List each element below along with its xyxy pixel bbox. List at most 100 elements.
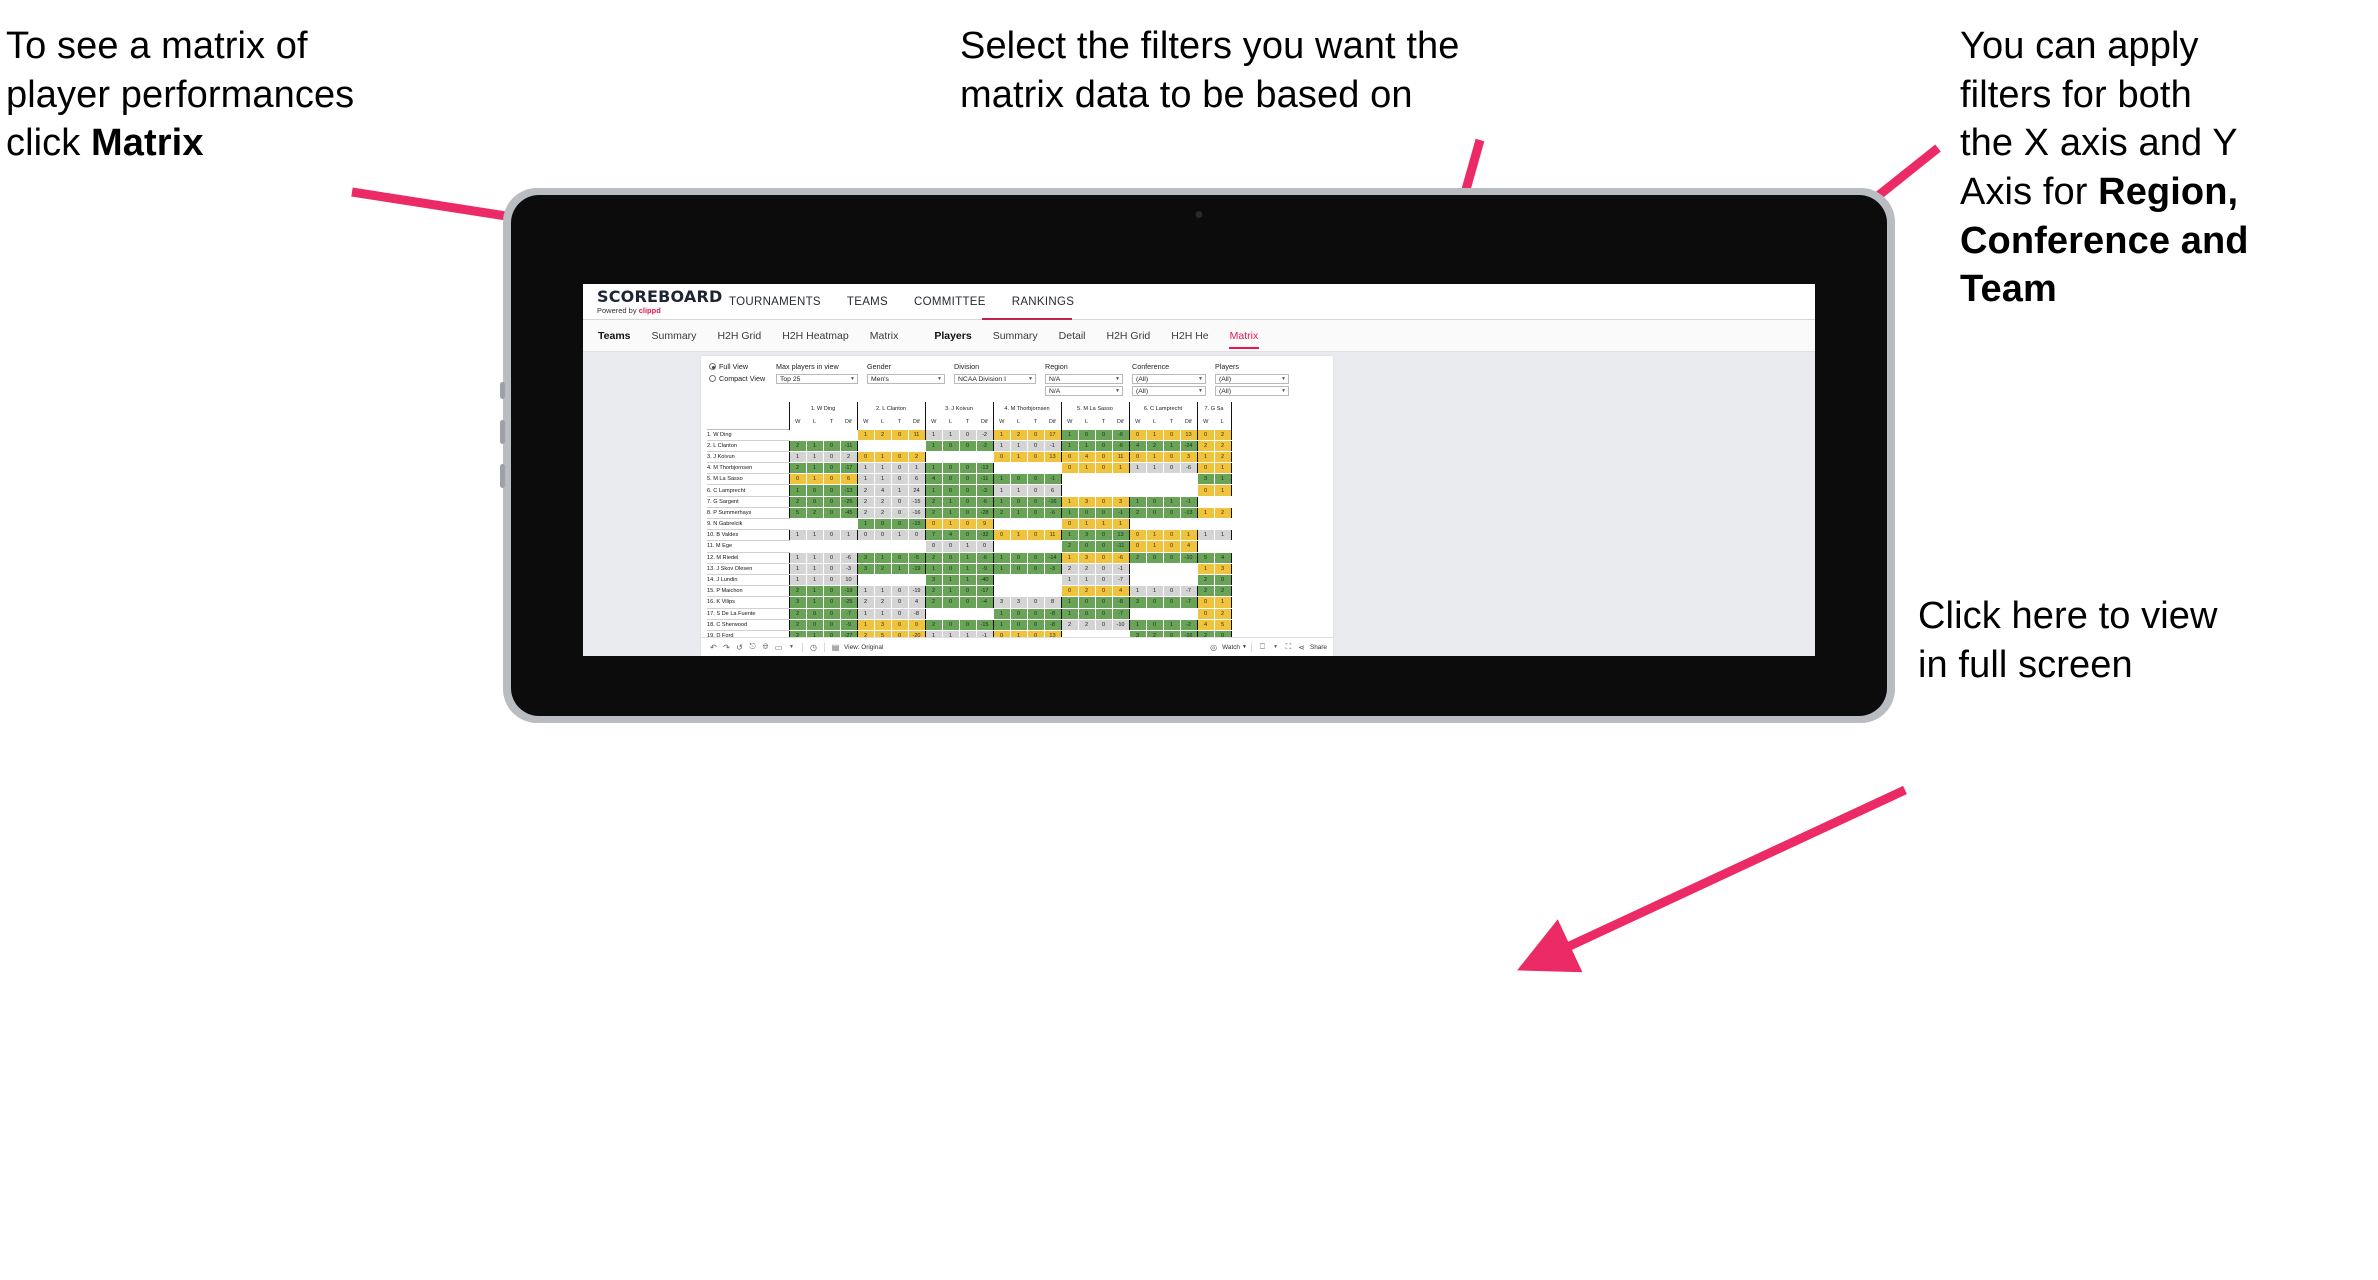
matrix-cell[interactable] [1026, 517, 1045, 531]
matrix-cell[interactable] [890, 573, 909, 587]
matrix-cell[interactable]: 4 [1077, 450, 1096, 464]
matrix-cell[interactable]: 1 [992, 618, 1011, 631]
matrix-cell[interactable]: 2 [805, 506, 824, 520]
matrix-cell[interactable] [1026, 540, 1045, 553]
matrix-cell[interactable]: 0 [958, 484, 977, 497]
matrix-cell[interactable]: 0 [1094, 618, 1113, 631]
matrix-cell[interactable] [873, 439, 892, 452]
matrix-cell[interactable] [1162, 473, 1181, 486]
matrix-cell[interactable] [1179, 562, 1198, 575]
matrix-cell[interactable]: 1 [924, 484, 943, 497]
matrix-cell[interactable] [975, 607, 994, 620]
matrix-cell[interactable] [1162, 562, 1181, 575]
matrix-cell[interactable]: 0 [822, 618, 841, 631]
matrix-cell[interactable]: 5 [788, 506, 807, 520]
matrix-cell[interactable] [873, 573, 892, 587]
matrix-cell[interactable] [958, 607, 977, 620]
matrix-cell[interactable]: 1 [788, 484, 807, 497]
matrix-cell[interactable] [1213, 517, 1232, 531]
matrix-cell[interactable]: 1 [856, 607, 875, 620]
redo-icon[interactable]: ↷ [720, 643, 733, 652]
sub-nav-players-summary[interactable]: Summary [992, 323, 1039, 349]
matrix-cell[interactable]: 2 [873, 506, 892, 520]
matrix-cell[interactable]: 0 [1026, 428, 1045, 441]
matrix-cell[interactable] [1009, 517, 1028, 531]
matrix-cell[interactable] [975, 450, 994, 464]
matrix-cell[interactable]: 2 [788, 439, 807, 452]
matrix-cell[interactable]: 0 [822, 462, 841, 475]
matrix-cell[interactable]: 2 [992, 506, 1011, 520]
matrix-cell[interactable]: 0 [890, 506, 909, 520]
matrix-cell[interactable]: -6 [1111, 551, 1130, 564]
matrix-cell[interactable]: 0 [958, 439, 977, 452]
matrix-cell[interactable] [1196, 495, 1215, 508]
matrix-cell[interactable]: 0 [941, 462, 960, 475]
matrix-cell[interactable]: -6 [1111, 439, 1130, 452]
matrix-cell[interactable] [992, 585, 1011, 598]
matrix-cell[interactable]: 0 [890, 618, 909, 631]
matrix-cell[interactable]: 1 [1009, 439, 1028, 452]
matrix-cell[interactable]: 1 [805, 439, 824, 452]
matrix-cell[interactable]: 1 [1077, 439, 1096, 452]
filter-conference-dropdown-x[interactable]: (All) ▼ [1132, 374, 1206, 384]
matrix-cell[interactable]: 2 [1128, 551, 1147, 564]
matrix-cell[interactable]: 0 [890, 473, 909, 486]
matrix-cell[interactable]: 0 [1060, 450, 1079, 464]
matrix-cell[interactable]: 1 [1060, 439, 1079, 452]
matrix-cell[interactable]: 0 [1196, 428, 1215, 441]
matrix-cell[interactable]: 0 [822, 607, 841, 620]
matrix-cell[interactable]: 3 [1213, 562, 1232, 575]
matrix-cell[interactable]: 3 [1111, 495, 1130, 508]
matrix-cell[interactable]: 0 [1026, 618, 1045, 631]
matrix-cell[interactable]: 2 [1213, 607, 1232, 620]
matrix-cell[interactable]: -4 [975, 596, 994, 609]
matrix-cell[interactable]: 0 [1026, 484, 1045, 497]
matrix-cell[interactable]: 0 [1077, 428, 1096, 441]
matrix-cell[interactable]: 1 [873, 473, 892, 486]
matrix-cell[interactable]: -1 [1111, 562, 1130, 575]
matrix-cell[interactable]: 0 [1026, 450, 1045, 464]
matrix-cell[interactable]: 0 [1026, 551, 1045, 564]
matrix-cell[interactable]: 0 [1077, 607, 1096, 620]
matrix-cell[interactable]: 0 [890, 428, 909, 441]
matrix-cell[interactable] [856, 573, 875, 587]
matrix-cell[interactable] [805, 517, 824, 531]
matrix-cell[interactable]: 2 [788, 462, 807, 475]
matrix-cell[interactable]: 3 [924, 573, 943, 587]
matrix-cell[interactable] [788, 517, 807, 531]
matrix-cell[interactable]: 0 [1094, 562, 1113, 575]
matrix-cell[interactable]: 3 [1128, 596, 1147, 609]
matrix-cell[interactable]: 1 [958, 562, 977, 575]
matrix-cell[interactable] [805, 428, 824, 441]
matrix-cell[interactable]: 0 [1077, 506, 1096, 520]
matrix-cell[interactable]: 1 [924, 439, 943, 452]
matrix-cell[interactable] [1077, 473, 1096, 486]
matrix-cell[interactable]: 0 [941, 596, 960, 609]
matrix-cell[interactable]: 0 [822, 484, 841, 497]
matrix-cell[interactable]: 0 [992, 529, 1011, 542]
matrix-cell[interactable]: 0 [890, 450, 909, 464]
matrix-cell[interactable]: 0 [958, 585, 977, 598]
matrix-cell[interactable] [788, 428, 807, 441]
matrix-cell[interactable]: 1 [1162, 439, 1181, 452]
matrix-cell[interactable]: -7 [839, 607, 858, 620]
matrix-cell[interactable]: -9 [839, 618, 858, 631]
matrix-cell[interactable] [1145, 607, 1164, 620]
matrix-cell[interactable]: 0 [1094, 439, 1113, 452]
matrix-cell[interactable] [924, 450, 943, 464]
matrix-cell[interactable]: 4 [941, 529, 960, 542]
matrix-cell[interactable] [941, 607, 960, 620]
matrix-cell[interactable]: 1 [941, 585, 960, 598]
matrix-cell[interactable]: 1 [856, 428, 875, 441]
matrix-cell[interactable]: 1 [1077, 462, 1096, 475]
matrix-cell[interactable]: 0 [1009, 473, 1028, 486]
matrix-cell[interactable] [839, 540, 858, 553]
matrix-cell[interactable]: 0 [805, 495, 824, 508]
filter-max-players-dropdown[interactable]: Top 25 ▼ [776, 374, 858, 384]
matrix-cell[interactable] [805, 540, 824, 553]
matrix-cell[interactable]: 1 [992, 473, 1011, 486]
matrix-cell[interactable] [1128, 473, 1147, 486]
matrix-cell[interactable]: 4 [1196, 618, 1215, 631]
matrix-cell[interactable] [992, 540, 1011, 553]
matrix-cell[interactable]: 1 [1196, 506, 1215, 520]
